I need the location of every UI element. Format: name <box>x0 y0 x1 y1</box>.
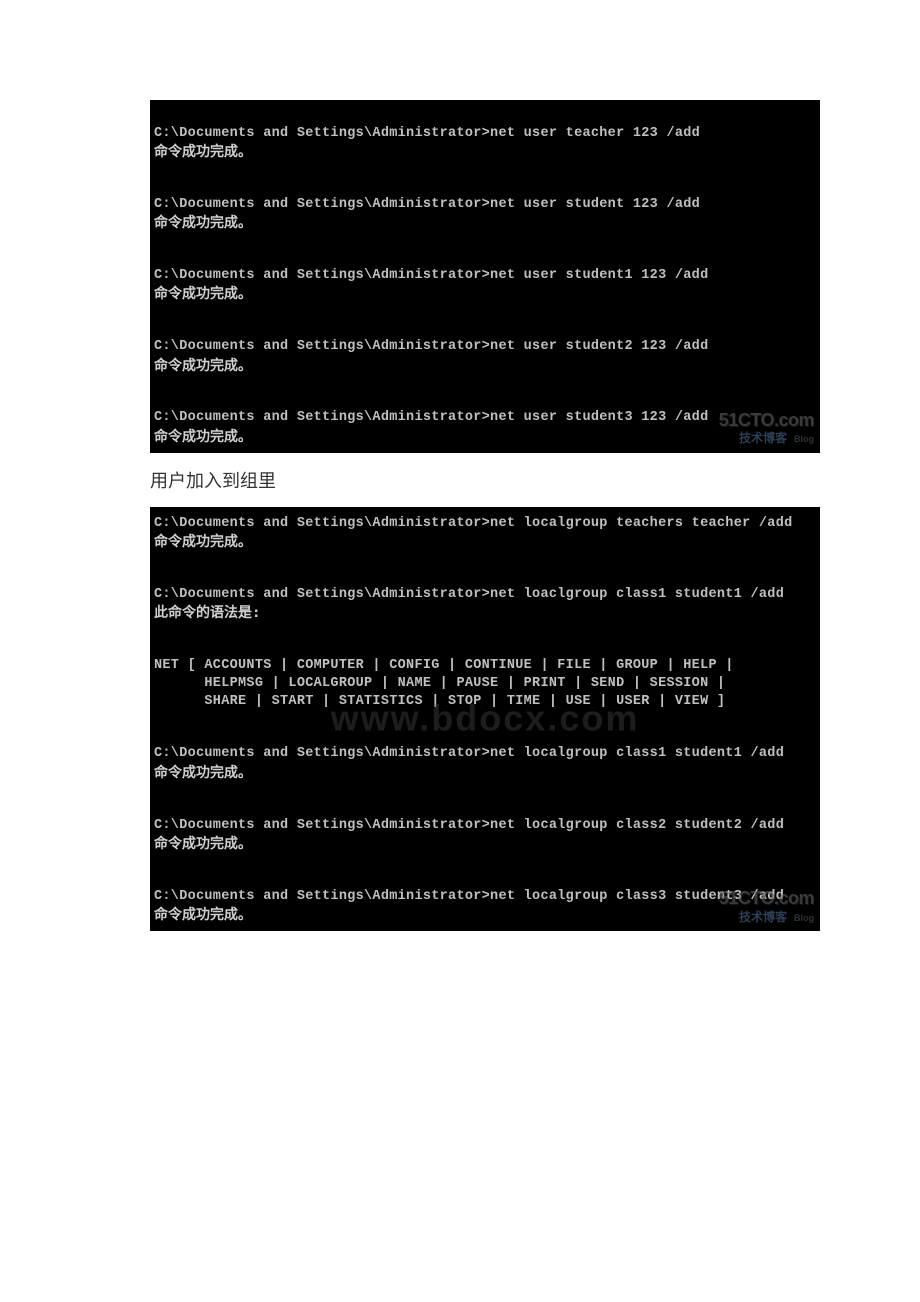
terminal-output-line: 命令成功完成。 <box>154 214 816 233</box>
terminal-command-line: C:\Documents and Settings\Administrator>… <box>154 267 816 285</box>
page-container: C:\Documents and Settings\Administrator>… <box>0 0 920 979</box>
terminal-output-line: 命令成功完成。 <box>154 764 816 783</box>
terminal-command-line: C:\Documents and Settings\Administrator>… <box>154 409 816 427</box>
terminal-command-line: SHARE | START | STATISTICS | STOP | TIME… <box>154 693 816 711</box>
terminal-output-line: 命令成功完成。 <box>154 533 816 552</box>
terminal-command-line: C:\Documents and Settings\Administrator>… <box>154 196 816 214</box>
terminal-screenshot-2: C:\Documents and Settings\Administrator>… <box>150 507 820 931</box>
section-caption: 用户加入到组里 <box>150 467 770 493</box>
terminal-screenshot-1: C:\Documents and Settings\Administrator>… <box>150 100 820 453</box>
terminal-command-line: NET [ ACCOUNTS | COMPUTER | CONFIG | CON… <box>154 657 816 675</box>
terminal-command-line: C:\Documents and Settings\Administrator>… <box>154 125 816 143</box>
terminal-output-line: 命令成功完成。 <box>154 428 816 447</box>
terminal-output-line: 命令成功完成。 <box>154 357 816 376</box>
terminal-output-line: 命令成功完成。 <box>154 143 816 162</box>
terminal-command-line: C:\Documents and Settings\Administrator>… <box>154 817 816 835</box>
terminal-command-line: C:\Documents and Settings\Administrator>… <box>154 745 816 763</box>
terminal-command-line: C:\Documents and Settings\Administrator>… <box>154 515 816 533</box>
terminal-output-line: 命令成功完成。 <box>154 835 816 854</box>
terminal-command-line: C:\Documents and Settings\Administrator>… <box>154 586 816 604</box>
terminal-output-line: 命令成功完成。 <box>154 906 816 925</box>
terminal-command-line: C:\Documents and Settings\Administrator>… <box>154 338 816 356</box>
terminal-command-line: C:\Documents and Settings\Administrator>… <box>154 888 816 906</box>
terminal-output-line: 此命令的语法是: <box>154 604 816 623</box>
terminal-output-line: 命令成功完成。 <box>154 285 816 304</box>
terminal-command-line: HELPMSG | LOCALGROUP | NAME | PAUSE | PR… <box>154 675 816 693</box>
